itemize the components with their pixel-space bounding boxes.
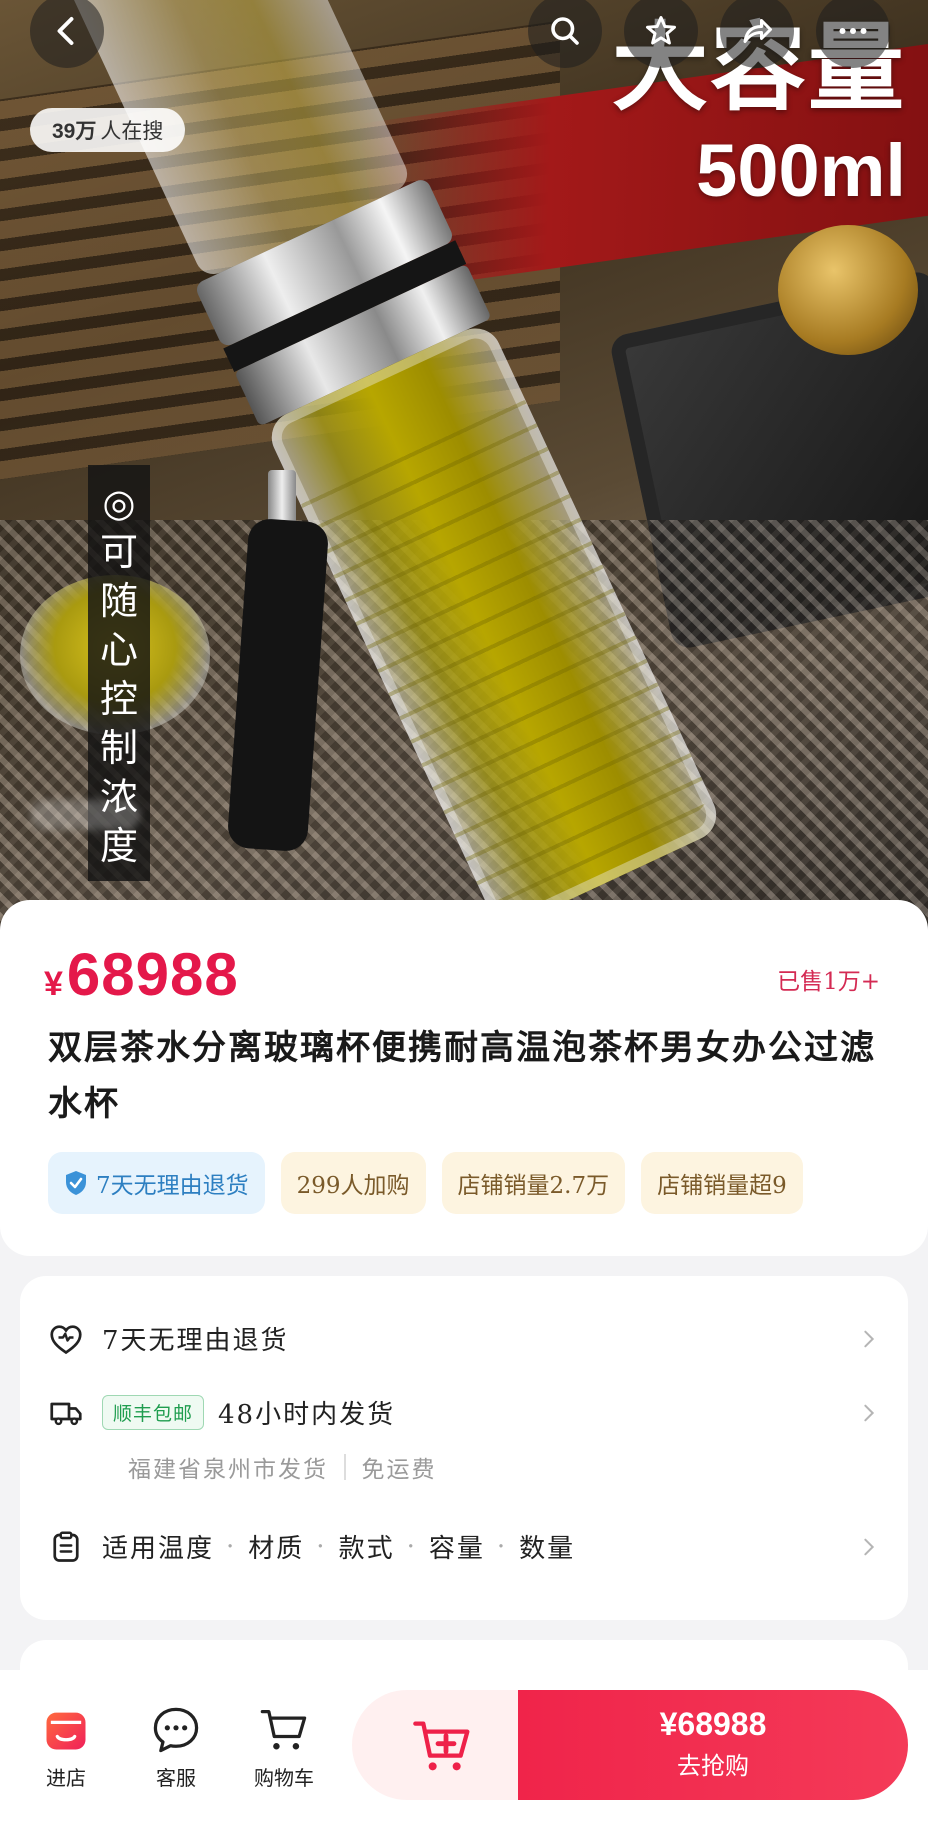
buy-now-button[interactable]: ¥68988 去抢购 [518, 1690, 908, 1800]
tagline-char: ◎ [102, 481, 136, 525]
sf-free-shipping-badge: 顺丰包邮 [102, 1395, 205, 1430]
tagline-char: 可 [99, 530, 138, 574]
cart-label: 购物车 [254, 1766, 314, 1790]
separator-dot: · [316, 1531, 327, 1562]
tag-store-sales-over[interactable]: 店铺销量超9 [641, 1152, 803, 1214]
spec-item: 款式 [338, 1534, 395, 1564]
shipping-details: 福建省泉州市发货 免运费 [128, 1450, 437, 1484]
tagline-char: 制 [99, 726, 138, 770]
spec-item: 适用温度 [102, 1534, 215, 1564]
delivery-truck-icon [50, 1402, 82, 1425]
back-icon [57, 17, 74, 45]
cart-nav-button[interactable]: 购物车 [234, 1704, 334, 1791]
tagline-char: 控 [99, 677, 138, 721]
chat-bubble-icon [153, 1707, 199, 1753]
spec-item: 数量 [519, 1534, 576, 1564]
blurred-watermark [30, 800, 140, 830]
spec-item: 容量 [428, 1534, 485, 1564]
tag-add-to-cart-count[interactable]: 299人加购 [280, 1152, 426, 1214]
share-icon [743, 19, 772, 43]
tag-label: 299人加购 [296, 1173, 410, 1199]
shield-check-icon [66, 1171, 86, 1195]
tag-store-sales[interactable]: 店铺销量2.7万 [441, 1152, 626, 1214]
specs-row[interactable]: 适用温度 · 材质 · 款式 · 容量 · 数量 [48, 1528, 880, 1565]
tag-label: 店铺销量2.7万 [457, 1173, 610, 1199]
store-label: 进店 [46, 1766, 86, 1790]
add-cart-icon [413, 1721, 470, 1771]
favorite-star-icon [646, 16, 676, 45]
chevron-right-icon [864, 1404, 875, 1421]
tag-label: 店铺销量超9 [657, 1173, 787, 1199]
shopping-cart-icon [260, 1709, 307, 1750]
price-currency: ¥ [44, 965, 63, 1003]
search-count: 39万 [52, 120, 97, 143]
product-hero-image[interactable]: 大容量 500ml ◎ 可 随 心 控 制 浓 度 39万 人在搜 [0, 0, 928, 940]
tag-label: 7天无理由退货 [96, 1173, 249, 1199]
add-to-cart-button[interactable] [352, 1690, 532, 1800]
bottom-action-bar: 进店 客服 购物车 ¥68988 去抢购 [0, 1670, 928, 1844]
shipping-row[interactable]: 顺丰包邮 48小时内发货 [48, 1394, 880, 1431]
capacity-text: 500ml [696, 129, 906, 212]
search-trend-pill[interactable]: 39万 人在搜 [30, 108, 186, 152]
store-button[interactable]: 进店 [16, 1704, 116, 1791]
return-policy-row[interactable]: 7天无理由退货 [48, 1320, 880, 1357]
heart-shield-icon [50, 1324, 82, 1354]
separator-dot: · [406, 1531, 417, 1562]
ship-from-label: 福建省泉州市发货 [128, 1457, 328, 1483]
product-title: 双层茶水分离玻璃杯便携耐高温泡茶杯男女办公过滤水杯 [48, 1028, 876, 1124]
tagline-char: 随 [99, 579, 138, 623]
sold-count: 已售1万+ [777, 969, 880, 995]
tagline-char: 心 [99, 628, 138, 672]
chevron-right-icon [864, 1538, 875, 1555]
clipboard-icon [53, 1531, 79, 1562]
shipping-time-label: 48小时内发货 [218, 1400, 396, 1430]
product-info-card: ¥ 68988 已售1万+ 双层茶水分离玻璃杯便携耐高温泡茶杯男女办公过滤水杯 … [0, 900, 928, 1256]
buy-label: 去抢购 [677, 1752, 749, 1780]
more-icon [839, 28, 867, 34]
tag-list: 7天无理由退货 299人加购 店铺销量2.7万 店铺销量超9 [48, 1152, 880, 1214]
freight-label: 免运费 [361, 1457, 437, 1483]
price: ¥ 68988 [44, 940, 239, 1009]
store-icon [46, 1712, 86, 1750]
divider [344, 1454, 346, 1480]
golden-teapot [778, 225, 918, 355]
search-icon [551, 17, 579, 45]
buy-price: ¥68988 [659, 1706, 767, 1742]
customer-service-button[interactable]: 客服 [126, 1704, 226, 1791]
service-card: 7天无理由退货 顺丰包邮 48小时内发货 福建省泉州市发货 免运费 适用温度 · … [20, 1276, 908, 1620]
tag-return-policy[interactable]: 7天无理由退货 [48, 1152, 265, 1214]
service-label: 客服 [156, 1766, 196, 1790]
search-button[interactable] [528, 0, 602, 68]
spec-item: 材质 [248, 1534, 305, 1564]
chevron-right-icon [864, 1330, 875, 1347]
separator-dot: · [226, 1531, 237, 1562]
separator-dot: · [496, 1531, 508, 1562]
return-policy-label: 7天无理由退货 [102, 1326, 289, 1356]
price-value: 68988 [66, 941, 239, 1008]
search-suffix: 人在搜 [100, 119, 164, 143]
